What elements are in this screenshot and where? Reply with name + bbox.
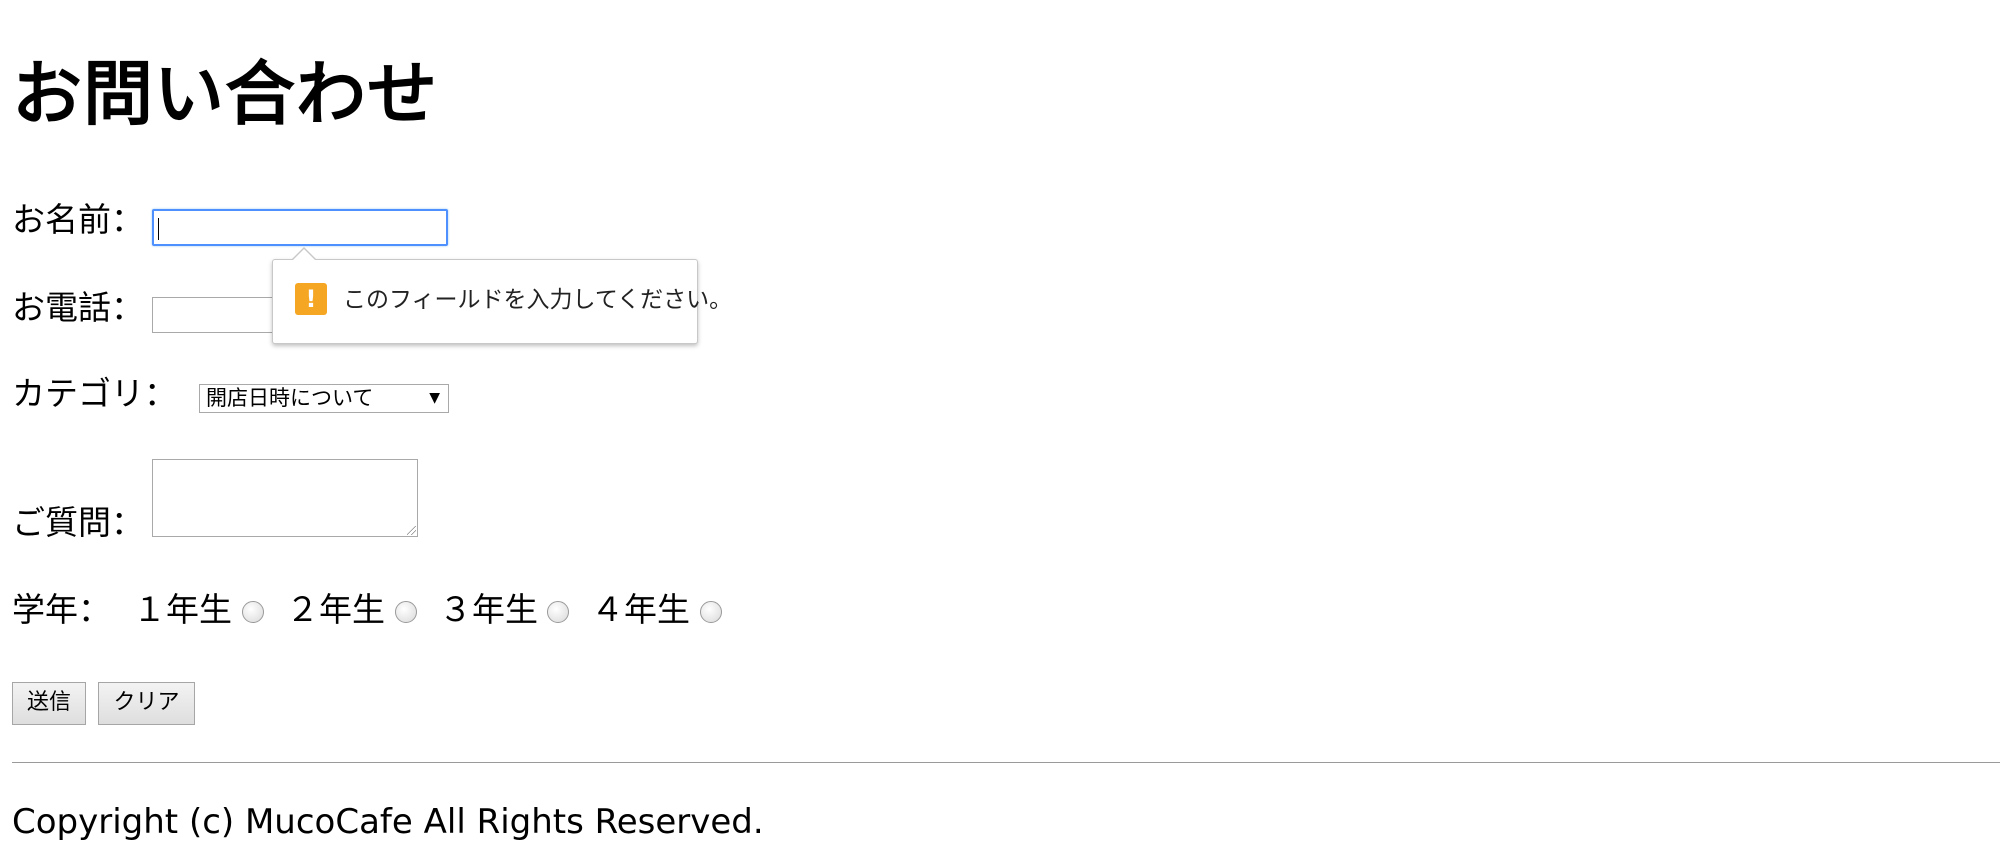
contact-page: お問い合わせ お名前： お電話： カテゴリ： 開店日時について ▼ ご質問： 学…	[0, 0, 2000, 868]
page-title: お問い合わせ	[12, 53, 438, 135]
grade-option-label-3: ３年生	[439, 590, 538, 629]
footer-divider	[12, 762, 2000, 763]
grade-radio-1[interactable]	[242, 601, 264, 623]
text-caret	[158, 218, 159, 240]
resize-grip-icon[interactable]	[407, 526, 416, 535]
grade-option-label-4: ４年生	[591, 590, 690, 629]
name-input[interactable]	[152, 209, 448, 246]
grade-radio-4[interactable]	[700, 601, 722, 623]
phone-label: お電話：	[12, 288, 144, 327]
warning-icon: !	[295, 283, 327, 315]
grade-radio-2[interactable]	[395, 601, 417, 623]
submit-button[interactable]: 送信	[12, 682, 86, 725]
question-label: ご質問：	[12, 503, 144, 542]
validation-tooltip: ! このフィールドを入力してください。	[272, 247, 732, 344]
grade-radio-3[interactable]	[547, 601, 569, 623]
copyright-text: Copyright (c) MucoCafe All Rights Reserv…	[12, 802, 764, 842]
grade-option-label-2: ２年生	[286, 590, 385, 629]
name-label: お名前：	[12, 200, 144, 239]
dropdown-arrow-icon: ▼	[429, 390, 440, 406]
category-selected-value: 開店日時について	[206, 386, 374, 410]
category-label: カテゴリ：	[12, 374, 177, 413]
validation-message: このフィールドを入力してください。	[343, 287, 733, 313]
question-textarea[interactable]	[152, 459, 418, 537]
clear-button[interactable]: クリア	[98, 682, 195, 725]
category-select[interactable]: 開店日時について ▼	[199, 384, 449, 413]
tooltip-pointer-fill	[292, 249, 316, 261]
grade-option-label-1: １年生	[133, 590, 232, 629]
grade-label: 学年：	[12, 590, 111, 629]
